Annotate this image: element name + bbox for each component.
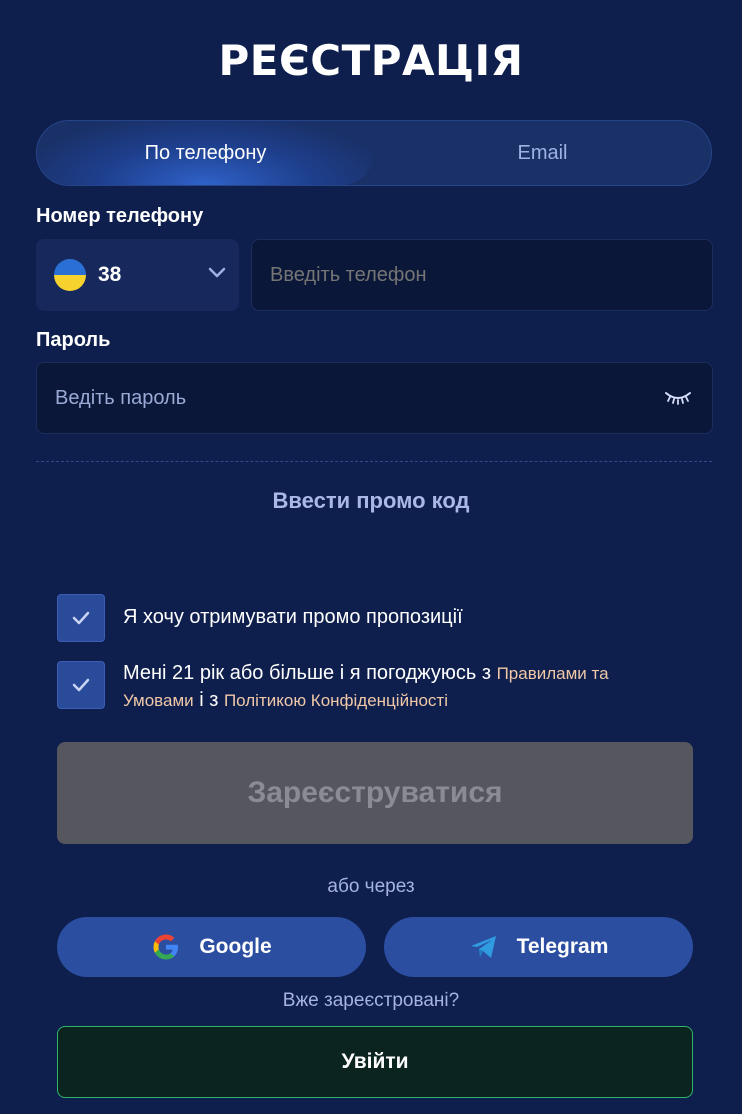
telegram-login-button[interactable]: Telegram <box>384 917 693 977</box>
eye-closed-icon[interactable] <box>664 389 692 407</box>
login-button[interactable]: Увійти <box>57 1026 693 1098</box>
ukraine-flag-icon <box>54 259 86 291</box>
check-icon <box>72 678 90 692</box>
terms-checkbox-label: Мені 21 рік або більше і я погоджуюсь з … <box>123 660 683 714</box>
terms-text-2: і з <box>199 689 219 711</box>
privacy-link[interactable]: Політикою Конфіденційності <box>224 691 448 710</box>
telegram-label: Telegram <box>516 935 609 958</box>
divider <box>36 461 712 462</box>
country-code-select[interactable]: 38 <box>36 239 239 311</box>
promo-code-link[interactable]: Ввести промо код <box>0 488 742 514</box>
promo-checkbox-label: Я хочу отримувати промо пропозиції <box>123 606 463 628</box>
terms-text-1: Мені 21 рік або більше і я погоджуюсь з <box>123 662 491 684</box>
terms-checkbox[interactable] <box>57 661 105 709</box>
telegram-icon <box>470 936 496 958</box>
phone-label: Номер телефону <box>36 205 204 227</box>
tab-email[interactable]: Email <box>374 121 711 185</box>
tab-phone[interactable]: По телефону <box>37 121 374 185</box>
promo-checkbox[interactable] <box>57 594 105 642</box>
password-field[interactable]: Ведіть пароль <box>36 362 713 434</box>
google-label: Google <box>199 935 272 958</box>
auth-method-tabs: По телефону Email <box>36 120 712 186</box>
phone-input[interactable] <box>251 239 713 311</box>
register-button[interactable]: Зареєструватися <box>57 742 693 844</box>
country-code: 38 <box>98 263 122 286</box>
already-registered-text: Вже зареєстровані? <box>282 990 460 1011</box>
google-login-button[interactable]: Google <box>57 917 366 977</box>
check-icon <box>72 611 90 625</box>
google-icon <box>153 934 179 960</box>
or-text: або через <box>327 876 415 897</box>
password-placeholder: Ведіть пароль <box>55 386 187 409</box>
page-title: РЕЄСТРАЦІЯ <box>218 36 524 85</box>
password-label: Пароль <box>36 329 111 351</box>
chevron-down-icon <box>208 267 226 278</box>
